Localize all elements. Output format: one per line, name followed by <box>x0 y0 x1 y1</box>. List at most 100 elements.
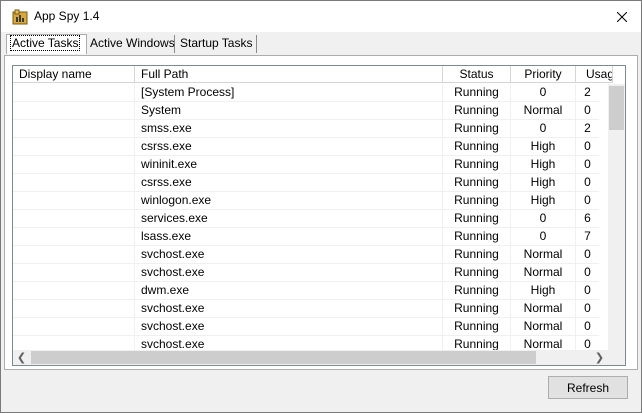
scroll-corner <box>608 350 625 365</box>
cell-display-name <box>13 84 134 101</box>
cell-status: Running <box>454 157 499 171</box>
table-row[interactable]: csrss.exe Running High 0 <box>13 174 599 192</box>
window-title: App Spy 1.4 <box>34 9 100 23</box>
vertical-scroll-thumb[interactable] <box>609 86 624 130</box>
scroll-left-arrow-icon[interactable]: ❮ <box>13 350 30 365</box>
vertical-scrollbar[interactable] <box>608 84 625 350</box>
list-header: Display name Full Path Status Priority U… <box>13 66 613 84</box>
cell-full-path: svchost.exe <box>141 265 205 279</box>
cell-priority: Normal <box>523 337 563 350</box>
cell-status: Running <box>454 283 499 297</box>
cell-usage: 0 <box>584 283 591 297</box>
tab-startup-tasks[interactable]: Startup Tasks <box>176 35 257 53</box>
horizontal-scroll-thumb[interactable] <box>31 351 536 364</box>
column-header-status[interactable]: Status <box>443 66 511 83</box>
cell-full-path: csrss.exe <box>141 175 192 189</box>
table-row[interactable]: svchost.exe Running Normal 0 <box>13 300 599 318</box>
table-row[interactable]: svchost.exe Running Normal 0 <box>13 336 599 350</box>
close-icon <box>617 12 627 22</box>
column-header-full-path[interactable]: Full Path <box>135 66 443 83</box>
cell-priority: Normal <box>523 301 563 315</box>
cell-display-name <box>13 174 134 191</box>
cell-priority: Normal <box>523 319 563 333</box>
cell-usage: 0 <box>584 175 591 189</box>
cell-display-name <box>13 246 134 263</box>
cell-usage: 0 <box>584 103 591 117</box>
table-row[interactable]: [System Process] Running 0 2 <box>13 84 599 102</box>
cell-usage: 0 <box>584 265 591 279</box>
cell-priority: Normal <box>523 103 563 117</box>
cell-status: Running <box>454 211 499 225</box>
cell-full-path: svchost.exe <box>141 247 205 261</box>
horizontal-scrollbar[interactable]: ❮ ❯ <box>13 350 608 365</box>
table-row[interactable]: dwm.exe Running High 0 <box>13 282 599 300</box>
cell-usage: 0 <box>584 157 591 171</box>
close-button[interactable] <box>607 5 637 29</box>
tasks-list[interactable]: Display name Full Path Status Priority U… <box>12 65 626 366</box>
table-row[interactable]: svchost.exe Running Normal 0 <box>13 264 599 282</box>
app-window: App Spy 1.4 Active Tasks Active Windows … <box>0 0 642 413</box>
cell-full-path: dwm.exe <box>141 283 190 297</box>
table-row[interactable]: lsass.exe Running 0 7 <box>13 228 599 246</box>
cell-display-name <box>13 156 134 173</box>
cell-usage: 0 <box>584 337 591 350</box>
cell-priority: 0 <box>539 211 547 225</box>
cell-usage: 6 <box>584 211 591 225</box>
cell-full-path: wininit.exe <box>141 157 198 171</box>
table-row[interactable]: System Running Normal 0 <box>13 102 599 120</box>
tab-active-tasks[interactable]: Active Tasks <box>6 34 87 54</box>
cell-full-path: [System Process] <box>141 85 235 99</box>
cell-full-path: lsass.exe <box>141 229 192 243</box>
cell-full-path: winlogon.exe <box>141 193 212 207</box>
column-header-usage[interactable]: Usag <box>576 66 613 83</box>
cell-priority: 0 <box>539 85 547 99</box>
table-row[interactable]: winlogon.exe Running High 0 <box>13 192 599 210</box>
cell-full-path: System <box>141 103 182 117</box>
table-row[interactable]: smss.exe Running 0 2 <box>13 120 599 138</box>
table-row[interactable]: csrss.exe Running High 0 <box>13 138 599 156</box>
cell-usage: 7 <box>584 229 591 243</box>
cell-display-name <box>13 228 134 245</box>
cell-full-path: svchost.exe <box>141 337 205 350</box>
table-row[interactable]: services.exe Running 0 6 <box>13 210 599 228</box>
cell-usage: 2 <box>584 85 591 99</box>
cell-display-name <box>13 210 134 227</box>
cell-display-name <box>13 120 134 137</box>
table-row[interactable]: wininit.exe Running High 0 <box>13 156 599 174</box>
cell-usage: 2 <box>584 121 591 135</box>
list-rows: [System Process] Running 0 2 System Running No… <box>13 84 599 350</box>
cell-usage: 0 <box>584 319 591 333</box>
cell-full-path: svchost.exe <box>141 319 205 333</box>
cell-status: Running <box>454 265 499 279</box>
scroll-right-arrow-icon[interactable]: ❯ <box>591 350 608 365</box>
cell-display-name <box>13 192 134 209</box>
cell-status: Running <box>454 229 499 243</box>
tab-active-windows[interactable]: Active Windows <box>86 35 175 53</box>
cell-status: Running <box>454 121 499 135</box>
refresh-button[interactable]: Refresh <box>548 376 628 399</box>
cell-priority: Normal <box>523 265 563 279</box>
cell-status: Running <box>454 247 499 261</box>
cell-status: Running <box>454 337 499 350</box>
column-header-display-name[interactable]: Display name <box>13 66 135 83</box>
cell-usage: 0 <box>584 247 591 261</box>
cell-status: Running <box>454 103 499 117</box>
cell-priority: Normal <box>523 247 563 261</box>
cell-status: Running <box>454 301 499 315</box>
table-row[interactable]: svchost.exe Running Normal 0 <box>13 318 599 336</box>
cell-usage: 0 <box>584 301 591 315</box>
cell-display-name <box>13 336 134 350</box>
cell-full-path: csrss.exe <box>141 139 192 153</box>
cell-usage: 0 <box>584 193 591 207</box>
cell-priority: High <box>530 157 556 171</box>
cell-status: Running <box>454 193 499 207</box>
cell-status: Running <box>454 139 499 153</box>
column-header-priority[interactable]: Priority <box>511 66 576 83</box>
cell-status: Running <box>454 319 499 333</box>
cell-display-name <box>13 282 134 299</box>
cell-full-path: svchost.exe <box>141 301 205 315</box>
cell-display-name <box>13 318 134 335</box>
cell-display-name <box>13 102 134 119</box>
table-row[interactable]: svchost.exe Running Normal 0 <box>13 246 599 264</box>
cell-full-path: services.exe <box>141 211 208 225</box>
